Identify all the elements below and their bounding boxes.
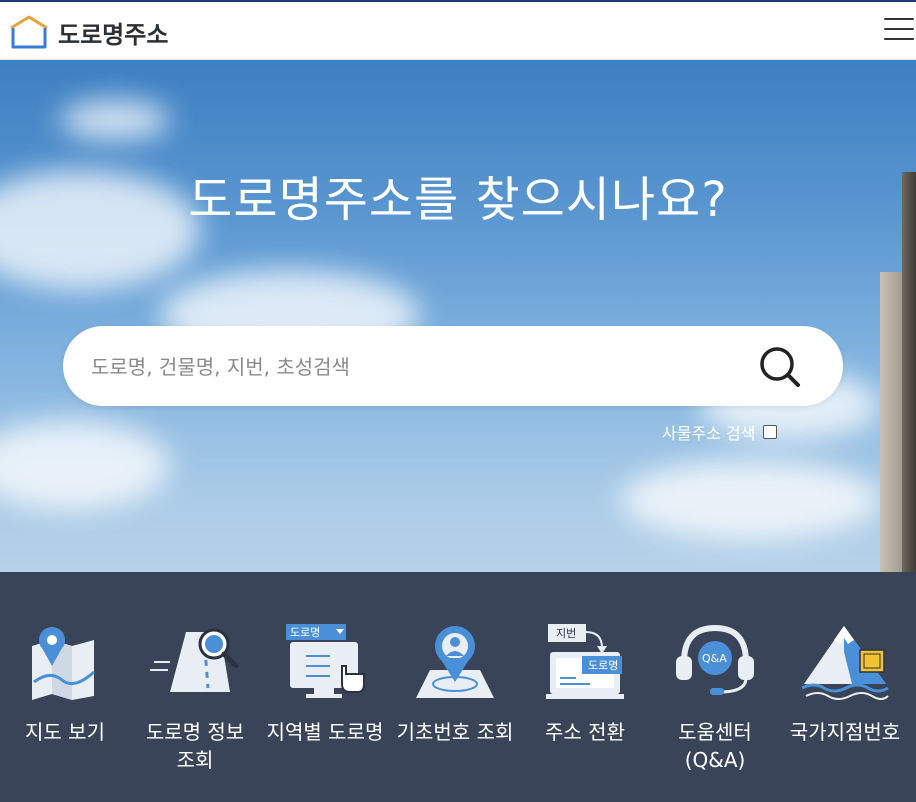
search-button[interactable] [757,344,803,390]
quick-menu-regional-roads[interactable]: 도로명 지역별 도로명 [260,622,390,746]
badge-text: Q&A [702,652,727,665]
hamburger-line [884,38,914,40]
search-input[interactable] [89,326,733,408]
quick-menu-label: 국가지점번호 [789,720,901,744]
convert-badges: 지번 도로명 [556,627,618,672]
quick-menu-help-center[interactable]: Q&A 도움센터 (Q&A) [650,622,780,774]
cloud [620,460,880,540]
hamburger-line [884,28,914,30]
quick-menu-label: 주소 전환 [545,720,625,744]
quick-menu: 지도 보기 도로명 정보 조회 도로명 지역별 도로명 기초번호 조회 지번 도… [0,572,916,802]
cloud [0,420,170,510]
hero-title: 도로명주소를 찾으시나요? [188,172,728,228]
search-box [63,326,843,408]
hero-banner: 도로명주소를 찾으시나요? 사물주소 검색 [0,60,916,572]
map-pin-icon [32,627,96,700]
mountain-marker-icon [801,626,889,700]
quick-menu-map[interactable]: 지도 보기 [0,622,130,746]
quick-menu-label: 도로명 정보 조회 [145,720,245,772]
business-search-label: 사물주소 검색 [662,424,756,443]
hamburger-menu-button[interactable] [884,18,914,44]
badge-bottom-text: 도로명 [588,659,618,672]
building-image [902,172,916,572]
quick-menu-label: 기초번호 조회 [396,720,514,744]
location-person-icon [416,626,494,698]
badge-top-text: 지번 [556,627,576,640]
business-search-checkbox[interactable] [763,425,778,439]
quick-menu-label: 도움센터 (Q&A) [678,720,752,772]
business-address-search[interactable]: 사물주소 검색 [662,420,778,444]
logo-text: 도로명주소 [58,20,169,49]
quick-menu-base-number[interactable]: 기초번호 조회 [390,622,520,746]
quick-menu-national-point[interactable]: 국가지점번호 [780,622,910,746]
hamburger-icon [884,18,914,20]
quick-menu-label: 지도 보기 [25,720,105,744]
qa-badge: Q&A [702,652,727,665]
quick-menu-road-info[interactable]: 도로명 정보 조회 [130,622,260,774]
quick-menu-label: 지역별 도로명 [266,720,384,744]
home-logo-icon [10,15,48,49]
search-icon [760,347,800,387]
logo[interactable]: 도로명주소 [8,14,168,50]
cloud [60,100,170,140]
road-magnifier-icon [150,628,239,692]
quick-menu-address-convert[interactable]: 지번 도로명 주소 전환 [520,622,650,746]
badge-text: 도로명 [290,626,320,639]
road-name-badge: 도로명 [290,626,320,639]
header: 도로명주소 [0,0,916,60]
